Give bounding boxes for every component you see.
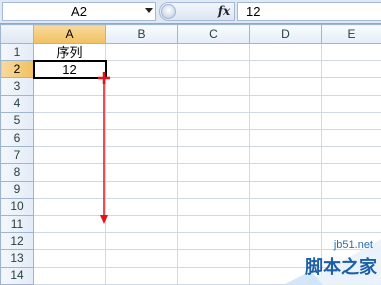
watermark-name: 脚本之家 (305, 257, 377, 278)
crosshair-cursor-icon (98, 72, 110, 84)
watermark-site: jb51.net (333, 239, 373, 251)
arrow-down-icon (100, 215, 108, 224)
watermark: jb51.net 脚本之家 (271, 233, 381, 285)
